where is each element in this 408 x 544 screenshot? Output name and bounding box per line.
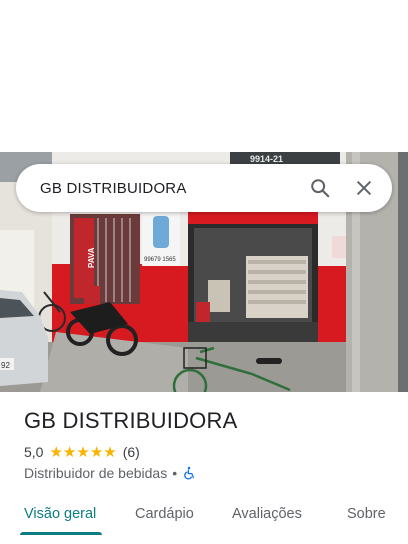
category-row: Distribuidor de bebidas • [24, 465, 196, 481]
tab-overview[interactable]: Visão geral [24, 496, 96, 532]
tab-menu[interactable]: Cardápio [135, 496, 194, 532]
cooler-brand-text: PAVA [87, 247, 96, 268]
rating-value: 5,0 [24, 444, 44, 460]
poster-phone-text: 99679 1565 [144, 257, 176, 263]
wheelchair-icon [182, 466, 196, 480]
star-icon: ★ [76, 443, 90, 461]
star-icon: ★ [103, 443, 117, 461]
search-icon [311, 179, 330, 198]
search-button[interactable] [298, 164, 342, 212]
tab-about[interactable]: Sobre [347, 496, 386, 532]
clear-search-button[interactable] [342, 164, 386, 212]
star-icon: ★ [49, 443, 63, 461]
close-icon [357, 181, 371, 195]
sign-phone-text: 9914-21 [250, 154, 283, 164]
search-bar[interactable]: GB DISTRIBUIDORA [16, 164, 392, 212]
plate-text: 92 [1, 361, 10, 370]
active-tab-indicator [20, 532, 102, 535]
place-tabs: Visão geral Cardápio Avaliações Sobre [0, 496, 408, 544]
separator-dot: • [172, 465, 178, 481]
review-count[interactable]: (6) [123, 444, 140, 460]
tab-reviews[interactable]: Avaliações [232, 496, 302, 532]
rating-stars: ★ ★ ★ ★ ★ [49, 445, 116, 460]
star-icon: ★ [62, 443, 77, 461]
rating-row[interactable]: 5,0 ★ ★ ★ ★ ★ (6) [24, 444, 140, 460]
map-blank-area [0, 0, 408, 152]
star-icon: ★ [89, 443, 104, 461]
place-title: GB DISTRIBUIDORA [24, 408, 238, 433]
search-input[interactable]: GB DISTRIBUIDORA [16, 180, 298, 197]
place-category: Distribuidor de bebidas [24, 465, 168, 481]
